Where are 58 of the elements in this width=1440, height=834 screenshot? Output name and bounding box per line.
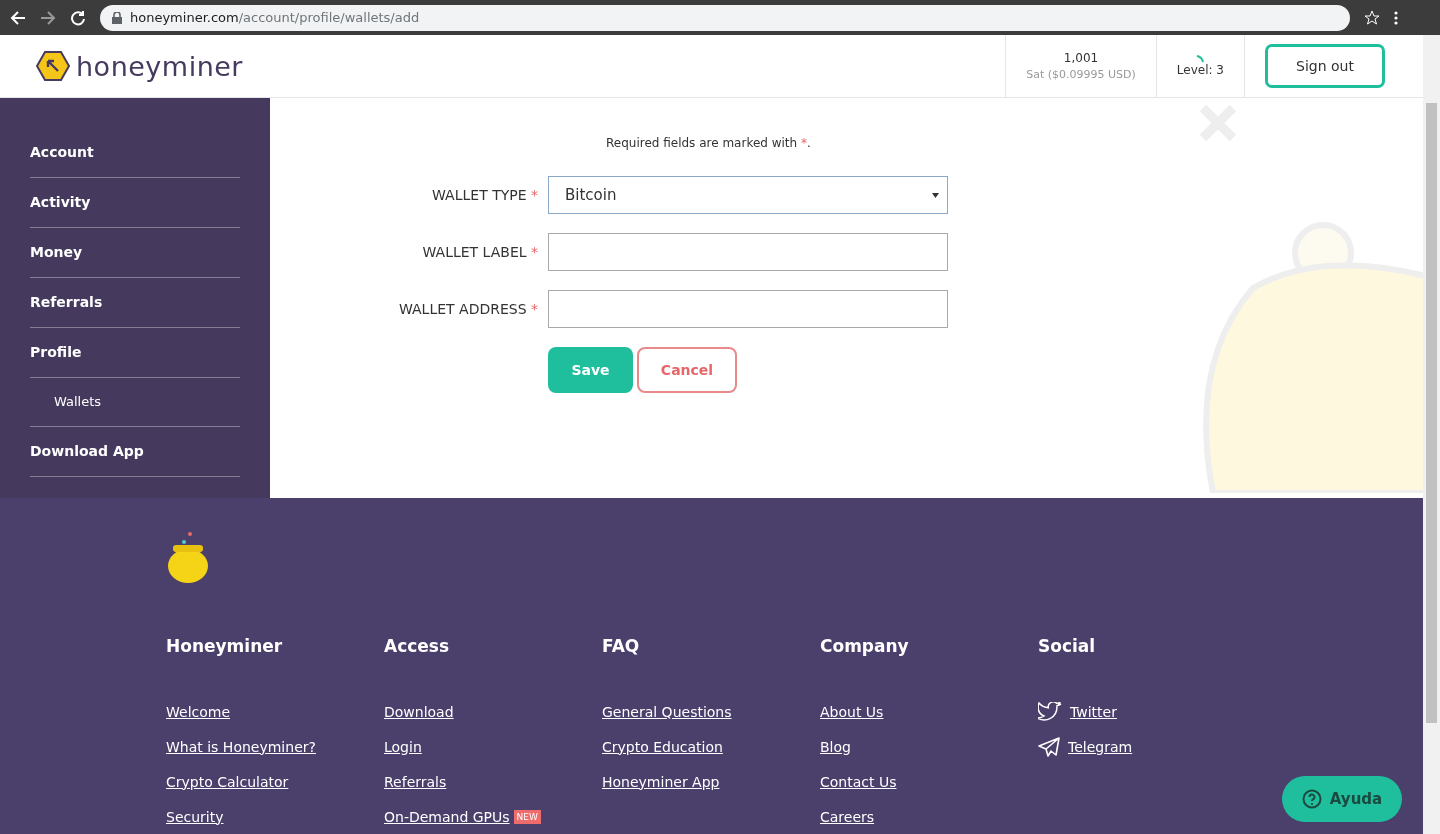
footer-link[interactable]: Login [384,738,422,755]
footer-link[interactable]: On-Demand GPUs [384,808,510,825]
footer-link[interactable]: Security [166,808,224,825]
field-label: WALLET TYPE * [431,187,539,204]
footer-heading: FAQ [602,636,641,656]
footer-link[interactable]: Crypto Calculator [166,773,289,790]
help-button[interactable]: Ayuda [1282,776,1402,822]
star-icon[interactable] [1364,9,1380,26]
reload-icon[interactable] [70,9,86,26]
footer-link[interactable]: Welcome [166,703,231,720]
sidebar-item[interactable]: Money [30,228,240,279]
lock-icon [112,11,122,24]
field-label: WALLET ADDRESS * [397,301,539,318]
field-label: WALLET LABEL * [421,244,539,261]
footer-link[interactable]: About Us [820,703,884,720]
sidebar-item[interactable]: Download App [30,427,240,478]
paper-plane-icon [1038,736,1060,757]
footer-link[interactable]: Careers [820,808,875,825]
sidebar-item[interactable]: Profile [30,328,240,379]
help-icon [1301,789,1322,809]
footer-link[interactable]: General Questions [602,703,732,720]
sidebar-item[interactable]: Account [30,128,240,179]
scrollbar-thumb[interactable] [1426,103,1437,723]
footer-link[interactable]: Twitter [1070,703,1117,720]
balance-subtext: Sat ($0.09995 USD) [1026,68,1136,82]
logo-text: honeyminer [76,50,243,82]
footer-link[interactable]: Honeyminer App [602,773,720,790]
sidebar-item[interactable]: Activity [30,178,240,229]
sidebar-item[interactable]: Wallets [30,378,240,428]
menu-icon[interactable] [1394,10,1398,25]
sign-out-button[interactable]: Sign out [1265,44,1385,89]
footer-link[interactable]: What is Honeyminer? [166,738,316,755]
level-progress-icon [1196,55,1205,64]
footer-link[interactable]: Blog [820,738,851,755]
footer-heading: Honeyminer [166,636,284,656]
required-note: Required fields are marked with *. [606,136,811,151]
new-badge: NEW [513,809,541,824]
footer-link[interactable]: Contact Us [820,773,897,790]
logo-icon [36,51,70,82]
level-text: Level: 3 [1176,63,1224,78]
back-icon[interactable] [10,9,26,26]
input-field[interactable] [548,233,948,272]
footer-link[interactable]: Download [384,703,454,720]
sidebar-item[interactable]: Referrals [30,278,240,329]
bird-icon [1038,701,1062,722]
footer-heading: Social [1038,636,1097,656]
input-field[interactable] [548,290,948,329]
forward-icon[interactable] [40,9,56,26]
caret-icon [932,192,939,198]
footer-link[interactable]: Telegram [1068,738,1133,755]
address-bar[interactable]: honeyminer.com/account/profile/wallets/add [100,4,1350,31]
footer-link[interactable]: Crypto Education [602,738,723,755]
footer-link[interactable]: Referrals [384,773,447,790]
url-text: honeyminer.com/account/profile/wallets/add [130,10,420,25]
wallet-type-select[interactable]: Bitcoin [548,176,948,215]
balance-value: 1,001 [1063,51,1099,66]
footer-heading: Company [820,636,910,656]
footer-heading: Access [384,636,451,656]
